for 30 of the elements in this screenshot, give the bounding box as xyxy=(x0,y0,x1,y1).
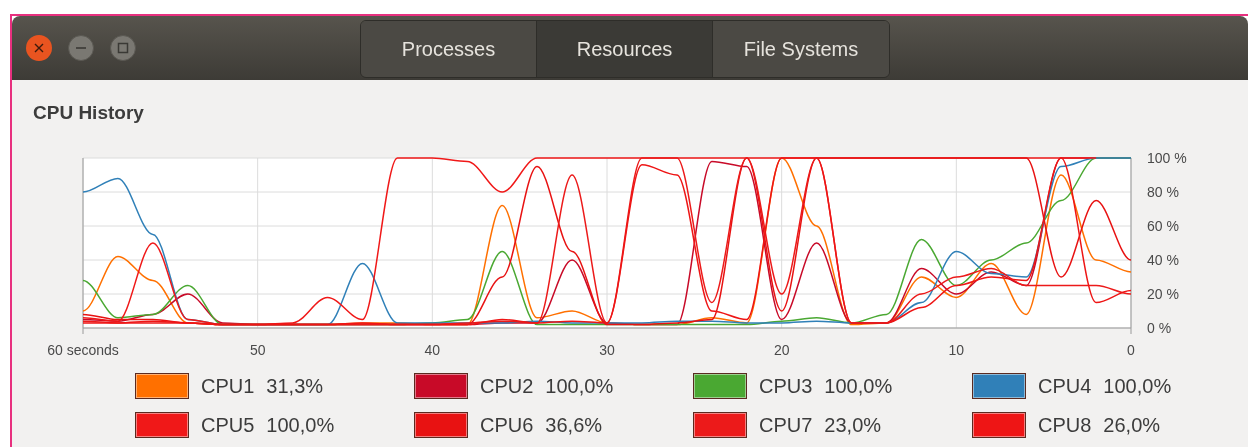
legend-value: 36,6% xyxy=(545,413,603,437)
legend-label: CPU1 xyxy=(201,374,255,398)
section-title: CPU History xyxy=(33,102,145,124)
x-tick-label: 0 xyxy=(1127,342,1135,358)
x-tick-label: 60 seconds xyxy=(47,342,119,358)
x-tick-label: 40 xyxy=(424,342,441,358)
legend-label: CPU3 xyxy=(759,374,813,398)
y-tick-label: 80 % xyxy=(1147,184,1179,200)
y-tick-label: 100 % xyxy=(1147,150,1187,166)
x-tick-label: 10 xyxy=(948,342,965,358)
legend-label: CPU7 xyxy=(759,413,813,437)
legend-value: 23,0% xyxy=(824,413,882,437)
legend-value: 100,0% xyxy=(545,374,614,398)
legend-value: 31,3% xyxy=(266,374,324,398)
x-tick-label: 50 xyxy=(249,342,266,358)
legend-value: 26,0% xyxy=(1103,413,1161,437)
legend-label: CPU6 xyxy=(480,413,534,437)
legend-label: CPU5 xyxy=(201,413,255,437)
legend-value: 100,0% xyxy=(824,374,893,398)
y-tick-label: 40 % xyxy=(1147,252,1179,268)
legend-label: CPU8 xyxy=(1038,413,1092,437)
x-tick-label: 20 xyxy=(773,342,790,358)
legend-label: CPU2 xyxy=(480,374,534,398)
legend-value: 100,0% xyxy=(266,413,335,437)
x-tick-label: 30 xyxy=(599,342,615,358)
y-tick-label: 20 % xyxy=(1147,286,1179,302)
y-tick-label: 0 % xyxy=(1147,320,1172,336)
y-tick-label: 60 % xyxy=(1147,218,1179,234)
legend-label: CPU4 xyxy=(1038,374,1092,398)
legend-value: 100,0% xyxy=(1103,374,1172,398)
